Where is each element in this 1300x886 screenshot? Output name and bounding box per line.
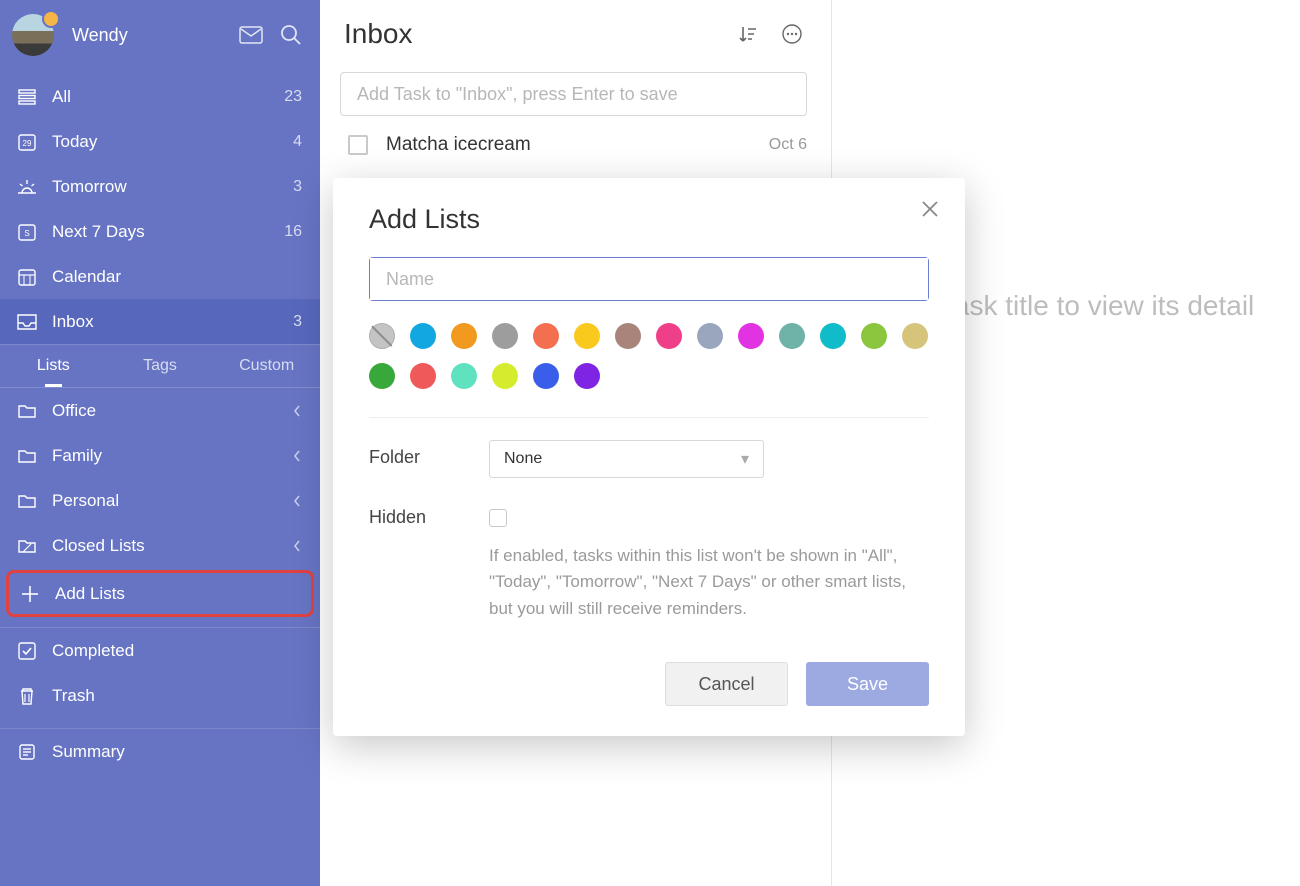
list-name-input[interactable] — [370, 258, 928, 300]
color-swatch[interactable] — [861, 323, 887, 349]
folder-select[interactable]: None ▾ — [489, 440, 764, 478]
color-swatch[interactable] — [451, 323, 477, 349]
color-swatch[interactable] — [738, 323, 764, 349]
close-icon[interactable] — [921, 200, 939, 218]
color-swatch[interactable] — [533, 363, 559, 389]
color-swatch[interactable] — [779, 323, 805, 349]
color-swatch[interactable] — [697, 323, 723, 349]
color-swatch-none[interactable] — [369, 323, 395, 349]
color-swatch[interactable] — [451, 363, 477, 389]
caret-down-icon: ▾ — [741, 449, 749, 469]
folder-row: Folder None ▾ — [369, 440, 929, 478]
color-swatch[interactable] — [615, 323, 641, 349]
list-name-input-wrapper — [369, 257, 929, 301]
modal-overlay: Add Lists Folder None ▾ Hidden If enable… — [0, 0, 1300, 886]
save-button[interactable]: Save — [806, 662, 929, 706]
modal-title: Add Lists — [369, 204, 929, 235]
folder-label: Folder — [369, 440, 489, 468]
divider — [369, 417, 929, 418]
color-swatch[interactable] — [492, 323, 518, 349]
hidden-checkbox[interactable] — [489, 509, 507, 527]
color-swatches — [369, 323, 929, 389]
add-list-modal: Add Lists Folder None ▾ Hidden If enable… — [333, 178, 965, 736]
color-swatch[interactable] — [820, 323, 846, 349]
color-swatch[interactable] — [369, 363, 395, 389]
hidden-description: If enabled, tasks within this list won't… — [489, 543, 929, 622]
color-swatch[interactable] — [492, 363, 518, 389]
color-swatch[interactable] — [902, 323, 928, 349]
cancel-button[interactable]: Cancel — [665, 662, 788, 706]
hidden-row: Hidden If enabled, tasks within this lis… — [369, 500, 929, 622]
folder-value: None — [504, 450, 542, 468]
color-swatch[interactable] — [533, 323, 559, 349]
hidden-label: Hidden — [369, 500, 489, 528]
color-swatch[interactable] — [656, 323, 682, 349]
color-swatch[interactable] — [574, 363, 600, 389]
color-swatch[interactable] — [574, 323, 600, 349]
color-swatch[interactable] — [410, 363, 436, 389]
modal-actions: Cancel Save — [369, 662, 929, 706]
color-swatch[interactable] — [410, 323, 436, 349]
